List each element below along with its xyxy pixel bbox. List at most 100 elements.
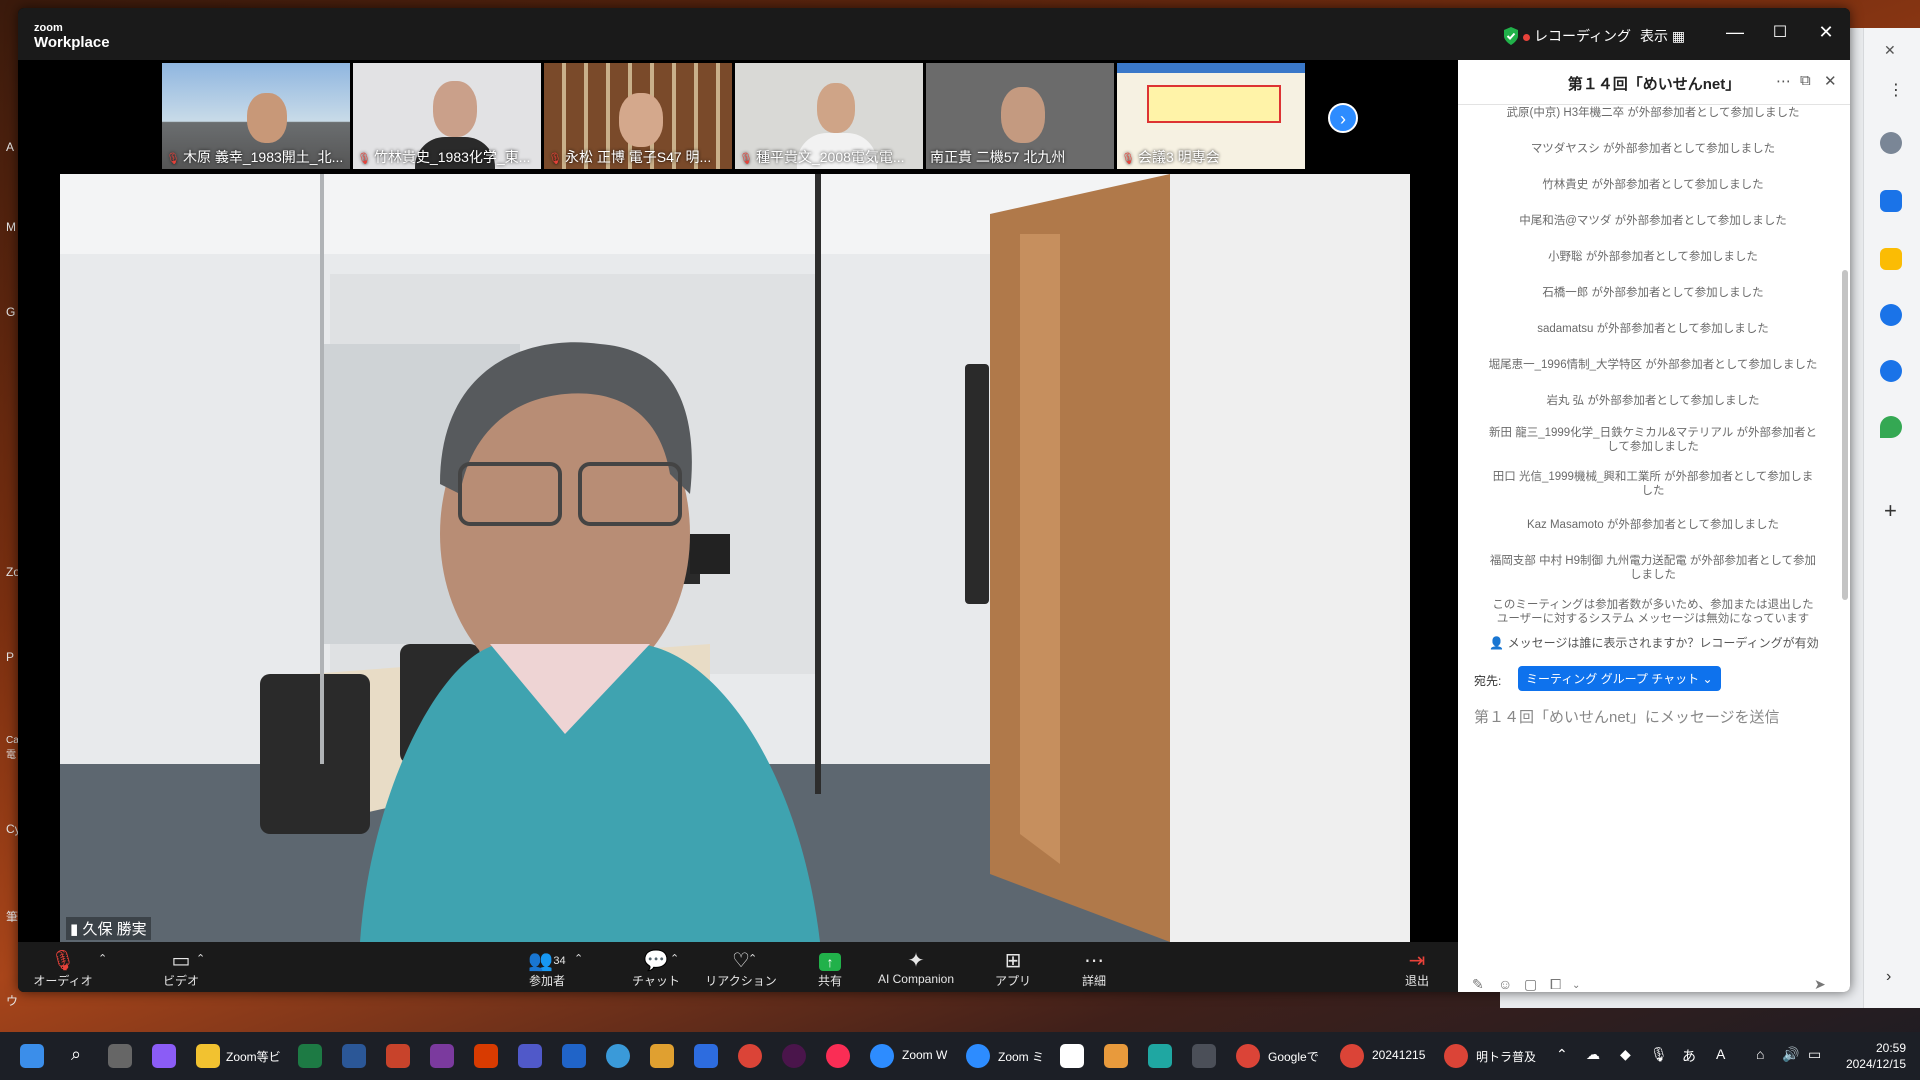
close-chat-icon[interactable]: ✕ [1824, 72, 1837, 90]
audio-label: オーディオ [33, 974, 93, 988]
cloud-icon[interactable]: ☁ [1586, 1046, 1600, 1063]
maps-icon[interactable] [1880, 416, 1902, 438]
leave-button[interactable]: ⇥ 退出 [1382, 950, 1452, 989]
taskbar-app-label[interactable]: Googleで [1268, 1048, 1319, 1065]
app-icon[interactable] [1104, 1044, 1128, 1068]
tasks-icon[interactable] [1880, 304, 1902, 326]
microphone-icon[interactable]: 🎙 [1650, 1046, 1668, 1063]
video-button[interactable]: ▭ ビデオ [136, 950, 226, 989]
more-options-icon[interactable]: ⋯ [1776, 72, 1791, 90]
participants-options-caret[interactable]: ⌃ [574, 952, 583, 965]
participant-thumbnail[interactable]: 🎙 種平貴文_2008電気電... [735, 63, 923, 169]
search-icon[interactable]: ⌕ [64, 1044, 88, 1068]
taskbar-app-label[interactable]: Zoom ミ [998, 1048, 1044, 1065]
minimize-icon[interactable]: — [1720, 22, 1750, 43]
speaker-name: 久保 勝実 [82, 921, 147, 938]
menu-icon[interactable]: ⋮ [1888, 80, 1904, 100]
edge-icon[interactable] [606, 1044, 630, 1068]
clock-time: 20:59 [1875, 1041, 1906, 1055]
taskbar-app-label[interactable]: Zoom等ビ [226, 1048, 281, 1065]
notion-icon[interactable] [1060, 1044, 1084, 1068]
zoom-logo: zoom [34, 22, 63, 34]
contacts-icon[interactable] [1880, 360, 1902, 382]
apps-button[interactable]: ⊞ アプリ [968, 950, 1058, 989]
chat-messages[interactable]: 武原(中京) H3年機二卒 が外部参加者として参加しました マツダヤスシ が外部… [1458, 106, 1850, 626]
add-icon[interactable]: + [1884, 498, 1897, 524]
audio-button[interactable]: 🎙 オーディオ [18, 950, 108, 989]
participant-thumbnail[interactable]: 🎙 永松 正博 電子S47 明... [544, 63, 732, 169]
word-icon[interactable] [342, 1044, 366, 1068]
chevron-down-icon[interactable]: ⌄ [1572, 980, 1580, 991]
reactions-options-caret[interactable]: ⌃ [748, 952, 757, 965]
chrome-icon[interactable] [1444, 1044, 1468, 1068]
chat-message-input[interactable]: 第１４回「めいせんnet」にメッセージを送信 [1474, 706, 1780, 727]
task-view-icon[interactable] [108, 1044, 132, 1068]
chevron-right-icon[interactable]: › [1886, 968, 1891, 986]
view-button[interactable]: 表示 ▦ [1640, 26, 1685, 46]
copilot-icon[interactable] [152, 1044, 176, 1068]
chat-scrollbar[interactable] [1842, 270, 1848, 600]
more-button[interactable]: ⋯ 詳細 [1049, 950, 1139, 989]
calendar-icon[interactable] [1880, 190, 1902, 212]
taskbar-app-label[interactable]: Zoom W [902, 1048, 947, 1062]
app-icon[interactable] [1192, 1044, 1216, 1068]
participant-thumbnail[interactable]: 🎙 木原 義幸_1983開土_北... [162, 63, 350, 169]
system-clock[interactable]: 20:59 2024/12/15 [1846, 1040, 1906, 1072]
office-icon[interactable] [474, 1044, 498, 1068]
photos-icon[interactable] [650, 1044, 674, 1068]
participant-thumbnail[interactable]: 南正貴 二機57 北九州 [926, 63, 1114, 169]
keep-icon[interactable] [1880, 248, 1902, 270]
emoji-icon[interactable]: ☺ [1498, 976, 1512, 992]
onenote-icon[interactable] [430, 1044, 454, 1068]
app-icon[interactable] [1148, 1044, 1172, 1068]
speaker-name-label: ▮ 久保 勝実 [66, 917, 151, 940]
start-icon[interactable] [20, 1044, 44, 1068]
recipient-dropdown[interactable]: ミーティング グループ チャット ⌄ [1518, 666, 1721, 691]
close-icon[interactable]: ✕ [1884, 42, 1896, 59]
reactions-button[interactable]: ♡ リアクション [696, 950, 786, 989]
powerpoint-icon[interactable] [386, 1044, 410, 1068]
next-page-button[interactable]: › [1328, 103, 1358, 133]
slack-icon[interactable] [782, 1044, 806, 1068]
chrome-icon[interactable] [738, 1044, 762, 1068]
notepad-icon[interactable] [694, 1044, 718, 1068]
ai-companion-button[interactable]: ✦ AI Companion [861, 950, 971, 986]
format-icon[interactable]: ✎ [1472, 976, 1484, 992]
whiteboard-icon[interactable] [562, 1044, 586, 1068]
music-icon[interactable] [826, 1044, 850, 1068]
visibility-notice[interactable]: 👤 メッセージは誰に表示されますか？レコーディングが有効 [1458, 634, 1850, 651]
video-options-caret[interactable]: ⌃ [196, 952, 205, 965]
mic-off-icon: 🎙 [739, 153, 753, 165]
zoom-icon[interactable] [870, 1044, 894, 1068]
recording-indicator[interactable]: レコーディング [1523, 26, 1631, 46]
battery-icon[interactable]: ▭ [1808, 1046, 1821, 1063]
excel-icon[interactable] [298, 1044, 322, 1068]
avatar[interactable] [1880, 132, 1902, 154]
system-message: sadamatsu が外部参加者として参加しました [1537, 323, 1769, 335]
shield-icon[interactable] [1502, 26, 1520, 46]
zoom-icon[interactable] [966, 1044, 990, 1068]
maximize-icon[interactable]: ☐ [1765, 22, 1795, 42]
app-tray-icon[interactable]: A [1716, 1046, 1725, 1062]
teams-icon[interactable] [518, 1044, 542, 1068]
file-icon[interactable]: ▢ [1524, 976, 1537, 992]
participant-thumbnail[interactable]: 🎙 竹林貴史_1983化学_東... [353, 63, 541, 169]
chat-button[interactable]: 💬 チャット [611, 950, 701, 989]
chat-options-caret[interactable]: ⌃ [670, 952, 679, 965]
ime-indicator[interactable]: あ [1682, 1046, 1696, 1066]
chrome-icon[interactable] [1340, 1044, 1364, 1068]
send-icon[interactable]: ➤ [1814, 976, 1826, 992]
volume-icon[interactable]: 🔊 [1782, 1046, 1799, 1063]
dropbox-icon[interactable]: ◆ [1620, 1046, 1631, 1063]
participant-thumbnail[interactable]: 🎙 会議3 明専会 [1117, 63, 1305, 169]
audio-options-caret[interactable]: ⌃ [98, 952, 107, 965]
taskbar-app-label[interactable]: 明トラ普及 [1476, 1048, 1536, 1065]
close-window-icon[interactable]: ✕ [1811, 22, 1841, 43]
chrome-icon[interactable] [1236, 1044, 1260, 1068]
taskbar-app-label[interactable]: 20241215 [1372, 1048, 1425, 1062]
screenshot-icon[interactable]: ⧠ [1550, 976, 1561, 992]
chevron-up-icon[interactable]: ⌃ [1556, 1046, 1568, 1063]
network-icon[interactable]: ⌂ [1756, 1046, 1764, 1062]
file-explorer-icon[interactable] [196, 1044, 220, 1068]
pop-out-icon[interactable]: ⧉ [1800, 72, 1811, 89]
